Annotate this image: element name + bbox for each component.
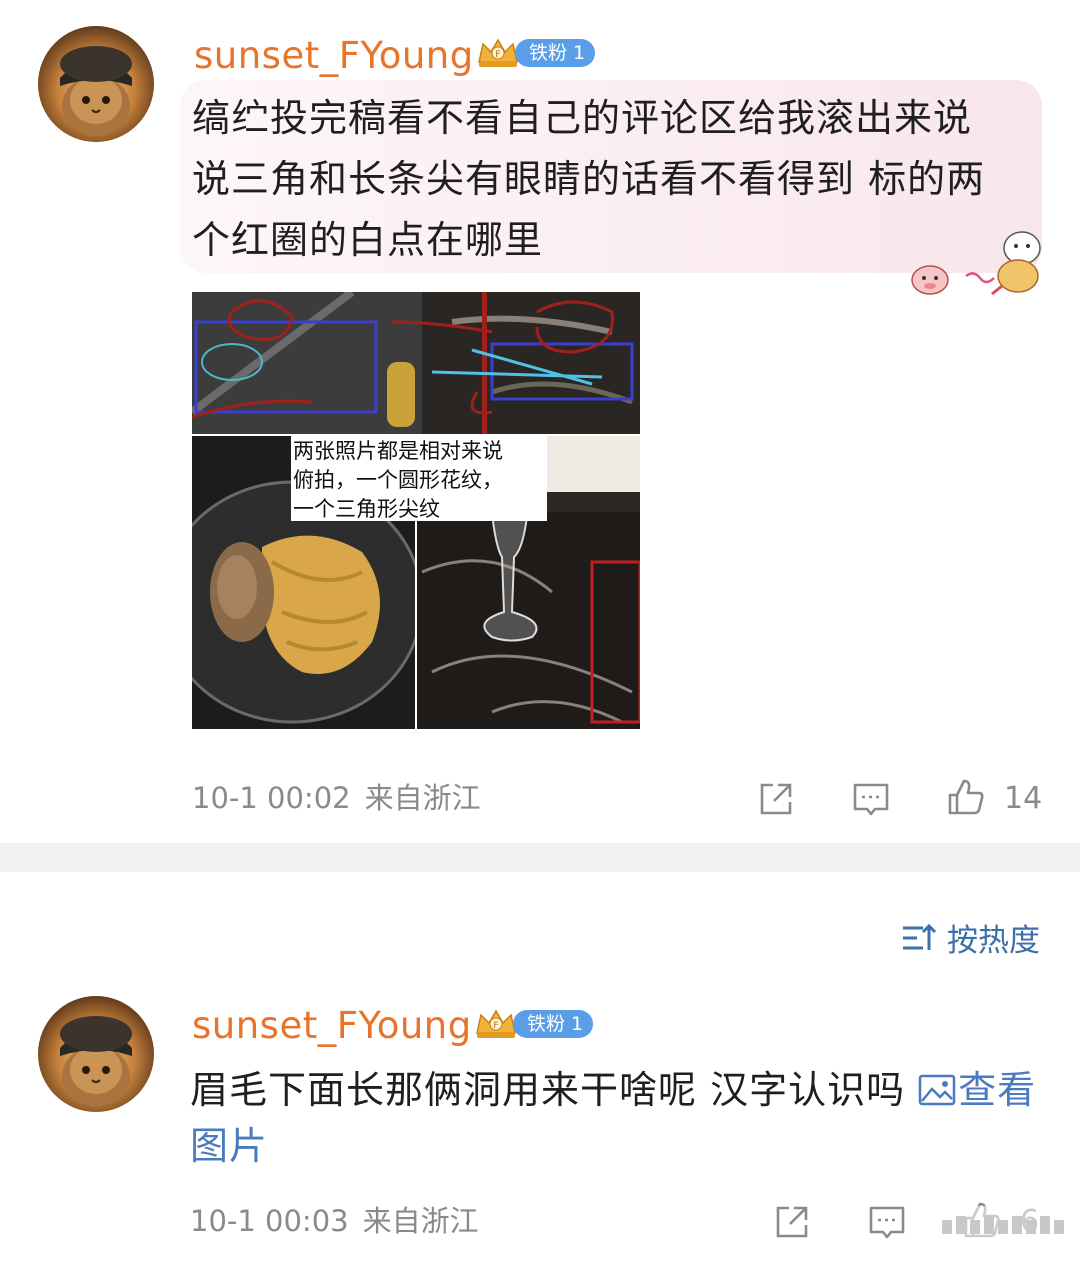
location: 来自浙江 [364,781,481,815]
sort-label: 按热度 [947,923,1040,959]
username[interactable]: sunset_FYoung [192,1007,472,1044]
bubble-decoration-icon [911,231,1041,296]
username[interactable]: sunset_FYoung [194,37,474,74]
fan-badge[interactable]: F 铁粉 1 [473,1007,594,1041]
comment-icon[interactable] [867,1202,907,1242]
image-annotation: 两张照片都是相对来说 俯拍，一个圆形花纹， 一个三角形尖纹 [291,435,547,521]
share-icon[interactable] [772,1202,812,1242]
badge-label: 铁粉 1 [513,1010,594,1038]
watermark-overlay [930,1206,1080,1246]
like-count: 14 [1004,781,1043,816]
comment-text: 缟纻投完稿看不看自己的评论区给我滚出来说 说三角和长条尖有眼睛的话看不看得到 标… [192,96,986,262]
comment-meta: 10-1 00:02 来自浙江 [192,784,481,813]
svg-text:F: F [493,1021,498,1031]
timestamp: 10-1 00:03 [190,1204,349,1238]
sort-icon [903,923,937,950]
avatar[interactable] [38,996,154,1112]
section-divider [0,843,1080,872]
comment-meta: 10-1 00:03 来自浙江 [190,1207,479,1236]
avatar[interactable] [38,26,154,142]
location: 来自浙江 [362,1204,479,1238]
badge-label: 铁粉 1 [515,39,596,67]
share-icon[interactable] [756,779,796,819]
comment-text: 眉毛下面长那俩洞用来干啥呢 汉字认识吗 查看图片 [190,1068,1037,1168]
comment-icon[interactable] [851,779,891,819]
like-icon[interactable] [946,777,986,817]
image-icon [918,1074,956,1106]
comment-image[interactable]: 两张照片都是相对来说 俯拍，一个圆形花纹， 一个三角形尖纹 [192,292,640,729]
fan-badge[interactable]: F 铁粉 1 [475,36,596,70]
comment-1: sunset_FYoung F 铁粉 1 缟纻投完稿看不看自己的评论区给我滚出来… [0,0,1080,843]
svg-text:F: F [495,50,500,60]
timestamp: 10-1 00:02 [192,781,351,815]
sort-toggle[interactable]: 按热度 [901,915,1040,960]
